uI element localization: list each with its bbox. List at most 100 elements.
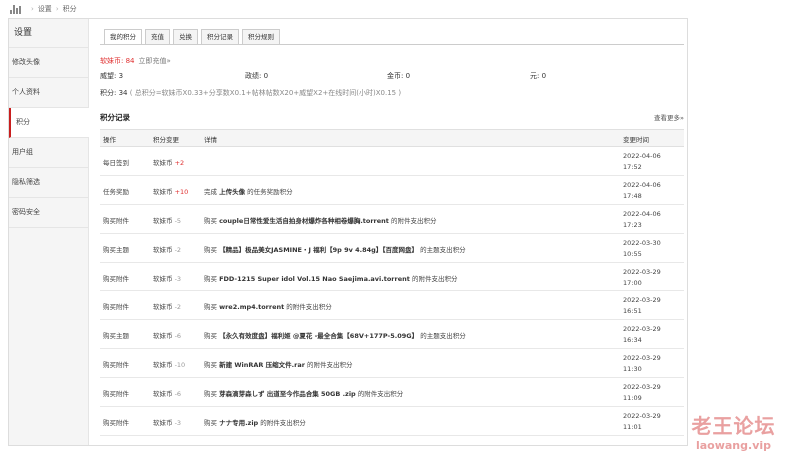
row-detail-link[interactable]: FDD-1215 Super idol Vol.15 Nao Saejima.a… [219, 275, 410, 283]
row-detail-pre: 购买 [204, 245, 220, 254]
row-date: 2022-04-06 [623, 152, 661, 160]
row-detail: 完成 上传头像 的任务奖励积分 [204, 186, 293, 196]
row-date: 2022-04-06 [623, 209, 661, 218]
row-currency: 软妹币 [153, 361, 173, 370]
row-clock: 16:34 [623, 336, 642, 345]
row-currency: 软妹币 [153, 390, 173, 399]
row-detail-link[interactable]: ナナ专用.zip [219, 419, 258, 427]
sidebar-item-privacy[interactable]: 隐私筛选 [9, 168, 88, 198]
row-change: 软妹币 -3 [153, 417, 181, 427]
row-detail-link[interactable]: couple日常性爱生活自拍身材爆炸各种相卷爆胸.torrent [219, 217, 389, 225]
header-op: 操作 [103, 136, 116, 144]
sidebar-item-avatar[interactable]: 修改头像 [9, 48, 88, 78]
tab-points-rules[interactable]: 积分规则 [242, 29, 280, 45]
row-detail-post: 的主题支出积分 [418, 245, 466, 254]
row-time: 2022-04-06 17:52 [623, 151, 661, 173]
row-detail: 购买 新建 WinRAR 压缩文件.rar 的附件支出积分 [204, 359, 353, 369]
balance-line: 软妹币: 84 立即充值» [100, 56, 171, 66]
row-date: 2022-03-29 [623, 296, 661, 305]
view-more-link[interactable]: 查看更多» [654, 112, 684, 122]
row-change: 软妹币 +2 [153, 157, 184, 167]
row-detail-pre: 购买 [204, 390, 220, 399]
row-currency: 软妹币 [153, 187, 173, 196]
watermark-logo: 老王论坛 laowang.vip [681, 410, 786, 452]
row-time: 2022-04-06 17:23 [623, 209, 661, 231]
tab-points-log[interactable]: 积分记录 [201, 29, 239, 45]
row-operation: 购买主题 [103, 332, 129, 341]
tab-recharge[interactable]: 充值 [145, 29, 170, 45]
row-operation: 购买附件 [103, 361, 129, 370]
sidebar-item-password[interactable]: 密码安全 [9, 198, 88, 228]
row-time: 2022-04-06 17:48 [623, 180, 661, 202]
tab-divider [100, 44, 684, 45]
row-currency: 软妹币 [153, 419, 173, 428]
breadcrumb-settings[interactable]: 设置 [38, 5, 52, 13]
header-time: 变更时间 [623, 136, 649, 144]
sidebar-item-profile[interactable]: 个人资料 [9, 78, 88, 108]
row-detail-link[interactable]: 【永久有效度盘】福利姬 @夏花 -最全合集【68V+177P-5.09G】 [219, 332, 418, 340]
settings-sidebar: 设置 修改头像 个人资料 积分 用户组 隐私筛选 密码安全 [9, 19, 89, 445]
chart-icon[interactable] [10, 4, 21, 14]
row-detail-post: 的主题支出积分 [418, 332, 466, 341]
recharge-link[interactable]: 立即充值» [139, 57, 171, 65]
row-delta: -2 [174, 245, 182, 254]
points-formula-text: ( 总积分=软妹币X0.33+分享数X0.1+帖林帖数X20+威望X2+在线时间… [129, 89, 402, 97]
header-change: 积分变更 [153, 136, 179, 144]
row-detail-link[interactable]: 【精品】极品美女JASMINE・J 福利【9p 9v 4.84g】【百度网盘】 [219, 246, 418, 254]
row-detail-link[interactable]: wre2.mp4.torrent [219, 303, 284, 311]
row-clock: 17:48 [623, 191, 642, 200]
row-delta: -6 [174, 390, 182, 399]
row-delta: -3 [174, 274, 182, 283]
row-clock: 11:30 [623, 365, 642, 374]
sidebar-item-points[interactable]: 积分 [9, 108, 89, 138]
row-date: 2022-03-29 [623, 412, 661, 421]
row-delta: -10 [174, 361, 186, 370]
row-delta: -5 [174, 216, 182, 225]
row-time: 2022-03-29 11:09 [623, 382, 661, 404]
row-change: 软妹币 -3 [153, 273, 181, 283]
tab-bar: 我的积分 充值 兑换 积分记录 积分规则 [104, 29, 280, 45]
row-operation: 购买附件 [103, 419, 129, 428]
row-currency: 软妹币 [153, 245, 173, 254]
balance-value: 软妹币: 84 [100, 57, 135, 65]
points-total: 积分: 34 [100, 89, 128, 97]
row-detail-post: 的附件支出积分 [304, 361, 353, 370]
row-time: 2022-03-29 16:51 [623, 295, 661, 317]
row-detail-link[interactable]: 新建 WinRAR 压缩文件.rar [219, 361, 305, 369]
row-clock: 11:09 [623, 394, 642, 403]
row-date: 2022-03-29 [623, 354, 661, 363]
records-title: 积分记录 [100, 113, 130, 122]
watermark-cn: 老王论坛 [691, 414, 776, 438]
row-detail: 购买 【永久有效度盘】福利姬 @夏花 -最全合集【68V+177P-5.09G】… [204, 330, 466, 340]
row-detail-post: 的附件支出积分 [355, 390, 404, 399]
row-currency: 软妹币 [153, 274, 173, 283]
row-detail-post: 的任务奖励积分 [245, 187, 293, 196]
row-currency: 软妹币 [153, 303, 173, 312]
row-change: 软妹币 -10 [153, 359, 185, 369]
row-detail: 购买 wre2.mp4.torrent 的附件支出积分 [204, 301, 332, 311]
sidebar-item-usergroup[interactable]: 用户组 [9, 138, 88, 168]
row-detail-post: 的附件支出积分 [388, 216, 437, 225]
row-detail: 购买 couple日常性爱生活自拍身材爆炸各种相卷爆胸.torrent 的附件支… [204, 215, 437, 225]
tab-exchange[interactable]: 兑换 [173, 29, 198, 45]
row-operation: 购买附件 [103, 390, 129, 399]
row-detail-link[interactable]: 芽森滴芽森しず 出道至今作品合集 50GB .zip [219, 390, 356, 398]
row-operation: 任务奖励 [103, 187, 129, 196]
breadcrumb-points[interactable]: 积分 [63, 5, 77, 13]
table-row: 购买附件 软妹币 -10 购买 新建 WinRAR 压缩文件.rar 的附件支出积分… [100, 349, 684, 379]
row-time: 2022-03-30 10:55 [623, 238, 661, 260]
row-currency: 软妹币 [153, 216, 173, 225]
row-delta: -6 [174, 332, 182, 341]
tab-my-points[interactable]: 我的积分 [104, 29, 142, 45]
top-breadcrumb-bar: › 设置 › 积分 [0, 0, 800, 18]
row-currency: 软妹币 [153, 332, 173, 341]
row-operation: 购买附件 [103, 303, 129, 312]
table-body: 每日签到 软妹币 +2 2022-04-06 17:52 任务奖励 软妹币 +10 完成 上… [100, 147, 684, 436]
stat-gongxian: 政绩: 0 [245, 72, 269, 80]
row-date: 2022-03-29 [623, 267, 661, 276]
row-detail-link[interactable]: 上传头像 [219, 188, 245, 196]
records-table: 操作 积分变更 详情 变更时间 每日签到 软妹币 +2 2022-04-06 17:5… [100, 129, 684, 436]
table-row: 购买主题 软妹币 -6 购买 【永久有效度盘】福利姬 @夏花 -最全合集【68V+1… [100, 320, 684, 350]
table-row: 购买附件 软妹币 -5 购买 couple日常性爱生活自拍身材爆炸各种相卷爆胸.to… [100, 205, 684, 234]
row-time: 2022-03-29 16:34 [623, 324, 661, 346]
